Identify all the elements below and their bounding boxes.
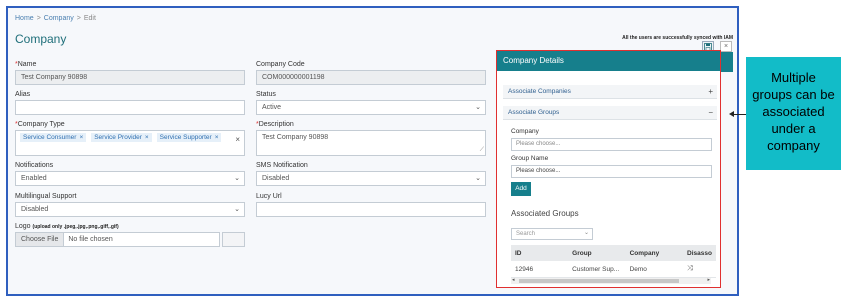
alias-field[interactable] xyxy=(15,100,245,115)
sync-message: All the users are successfully synced wi… xyxy=(622,35,733,41)
lucy-url-field[interactable] xyxy=(256,202,486,217)
sms-notification-label: SMS Notification xyxy=(256,162,308,169)
company-type-multiselect[interactable]: Service Consumer × Service Provider × Serv… xyxy=(15,130,245,156)
logo-file-input[interactable]: Choose File No file chosen xyxy=(15,232,220,247)
multilingual-label: Multilingual Support xyxy=(15,193,77,200)
notifications-label: Notifications xyxy=(15,162,54,169)
scroll-right-icon[interactable]: ▸ xyxy=(707,277,710,283)
column-header[interactable]: Disasso xyxy=(683,245,716,261)
company-type-chip[interactable]: Service Consumer × xyxy=(20,133,87,142)
table-header-row: ID Group Company Disasso xyxy=(511,245,716,261)
group-name-select[interactable]: Please choose... xyxy=(511,165,712,178)
collapse-icon: − xyxy=(708,108,713,117)
breadcrumb-separator: > xyxy=(76,15,81,22)
close-icon: × xyxy=(723,43,729,50)
breadcrumb-home[interactable]: Home xyxy=(15,15,34,22)
lucy-url-label: Lucy Url xyxy=(256,193,282,200)
choose-file-button[interactable]: Choose File xyxy=(16,233,65,246)
column-header[interactable]: Company xyxy=(625,245,684,261)
horizontal-scrollbar[interactable]: ◂ ▸ xyxy=(511,277,711,284)
company-code-field: COM000000001198 xyxy=(256,70,486,85)
company-type-label: *Company Type xyxy=(15,121,65,128)
chevron-down-icon: ⌄ xyxy=(234,206,240,213)
chevron-down-icon: ⌄ xyxy=(234,175,240,182)
callout-note: Multiple groups can be associated under … xyxy=(746,57,841,170)
column-header[interactable]: Group xyxy=(568,245,626,261)
panel-title: Company Details xyxy=(497,51,720,71)
associated-groups-table: ID Group Company Disasso 12946 Customer … xyxy=(511,245,716,278)
breadcrumb-current: Edit xyxy=(83,15,96,22)
logo-preview xyxy=(222,232,245,247)
status-select[interactable]: Active ⌄ xyxy=(256,100,486,115)
scrollbar-thumb[interactable] xyxy=(519,279,679,283)
callout-arrow-head xyxy=(729,111,734,117)
associated-groups-title: Associated Groups xyxy=(511,209,579,218)
add-button[interactable]: Add xyxy=(511,182,531,196)
disassociate-icon[interactable]: ⤨ xyxy=(687,265,693,272)
alias-label: Alias xyxy=(15,91,31,98)
logo-label: Logo (upload only .jpeg,.jpg,.png,.giff,… xyxy=(15,223,119,230)
clear-icon[interactable]: × xyxy=(235,135,240,144)
chevron-down-icon: ⌄ xyxy=(583,230,589,236)
table-row: 12946 Customer Sup... Demo ⤨ xyxy=(511,261,716,278)
breadcrumb-company[interactable]: Company xyxy=(44,15,74,22)
name-field[interactable]: Test Company 90898 xyxy=(15,70,245,85)
close-button[interactable]: × xyxy=(720,41,732,52)
description-label: *Description xyxy=(256,121,294,128)
status-label: Status xyxy=(256,91,276,98)
company-field-label: Company xyxy=(511,128,539,135)
sms-notification-select[interactable]: Disabled ⌄ xyxy=(256,171,486,186)
column-header[interactable]: ID xyxy=(511,245,569,261)
company-code-label: Company Code xyxy=(256,61,305,68)
scroll-left-icon[interactable]: ◂ xyxy=(512,277,515,283)
panel-header-extension xyxy=(721,52,733,72)
breadcrumb-separator: > xyxy=(36,15,41,22)
cell-company: Demo xyxy=(625,261,684,278)
cell-disassociate: ⤨ xyxy=(683,261,716,278)
multilingual-select[interactable]: Disabled ⌄ xyxy=(15,202,245,217)
page-title: Company xyxy=(15,32,67,46)
cell-group: Customer Sup... xyxy=(568,261,626,278)
description-textarea[interactable]: Test Company 90898 ⟋ xyxy=(256,130,486,156)
notifications-select[interactable]: Enabled ⌄ xyxy=(15,171,245,186)
chevron-down-icon: ⌄ xyxy=(475,104,481,111)
company-type-chip[interactable]: Service Provider × xyxy=(91,133,152,142)
group-name-label: Group Name xyxy=(511,155,549,162)
cell-id: 12946 xyxy=(511,261,569,278)
search-input[interactable]: Search ⌄ xyxy=(511,228,593,240)
accordion-associate-groups[interactable]: Associate Groups − xyxy=(503,106,717,120)
accordion-associate-companies[interactable]: Associate Companies + xyxy=(503,85,717,99)
breadcrumb: Home > Company > Edit xyxy=(15,15,96,22)
company-type-chip[interactable]: Service Supporter × xyxy=(156,133,222,142)
name-label: *Name xyxy=(15,61,37,68)
expand-icon: + xyxy=(708,87,713,96)
resize-handle-icon[interactable]: ⟋ xyxy=(480,147,484,154)
company-details-panel: Company Details Associate Companies + Ass… xyxy=(496,50,721,288)
company-input[interactable]: Please choose... xyxy=(511,138,712,151)
chevron-down-icon: ⌄ xyxy=(475,175,481,182)
